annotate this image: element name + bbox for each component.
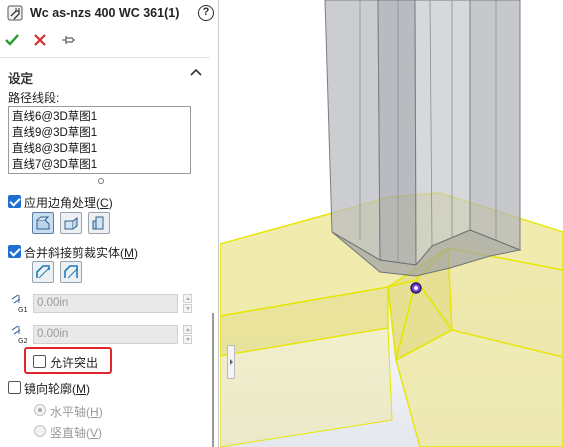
- svg-text:G1: G1: [18, 306, 28, 313]
- chevron-up-icon[interactable]: [189, 66, 203, 78]
- gap1-spinner[interactable]: [183, 294, 192, 314]
- merge-miter-checkbox[interactable]: [8, 245, 21, 258]
- selected-vertex-marker[interactable]: [410, 282, 422, 294]
- resize-grip-icon[interactable]: [98, 178, 104, 184]
- panel-splitter-handle[interactable]: [227, 345, 235, 379]
- merge-miter-label[interactable]: 合并斜接剪裁实体(M): [24, 244, 138, 261]
- vertical-column[interactable]: [324, 0, 522, 277]
- allow-protrusion-label[interactable]: 允许突出: [50, 354, 98, 371]
- end-butt2-icon: [92, 216, 104, 230]
- gap-g2-icon: G2: [10, 324, 28, 345]
- corner-treatment-label[interactable]: 应用边角处理(C): [24, 194, 113, 211]
- coped-cut-button[interactable]: [60, 261, 82, 283]
- end-miter-icon: [36, 216, 50, 230]
- corner-treatment-checkbox[interactable]: [8, 195, 21, 208]
- settings-section-title: 设定: [8, 72, 34, 86]
- cancel-button[interactable]: [32, 32, 48, 48]
- svg-text:G2: G2: [18, 337, 28, 344]
- graphics-viewport[interactable]: [220, 0, 563, 447]
- horizontal-axis-radio[interactable]: [34, 404, 46, 416]
- model-view: [220, 0, 563, 447]
- feature-title: Wc as-nzs 400 WC 361(1): [30, 6, 180, 20]
- end-butt1-button[interactable]: [60, 212, 82, 234]
- end-miter-button[interactable]: [32, 212, 54, 234]
- list-item[interactable]: 直线6@3D草图1: [12, 109, 190, 125]
- vertical-axis-radio[interactable]: [34, 425, 46, 437]
- allow-protrusion-checkbox[interactable]: [33, 355, 46, 368]
- end-butt1-icon: [64, 217, 78, 230]
- horizontal-axis-label[interactable]: 水平轴(H): [50, 403, 103, 420]
- path-segments-list[interactable]: 直线6@3D草图1 直线9@3D草图1 直线8@3D草图1 直线7@3D草图1: [8, 106, 191, 174]
- list-item[interactable]: 直线9@3D草图1: [12, 125, 190, 141]
- pin-button[interactable]: [60, 32, 76, 48]
- simple-cut-icon: [36, 265, 50, 279]
- gap2-spinner[interactable]: [183, 325, 192, 345]
- gap2-input[interactable]: 0.00in: [33, 325, 178, 344]
- close-icon: [34, 34, 46, 46]
- structure-member-icon: [7, 5, 23, 21]
- vertical-member-front[interactable]: [387, 246, 563, 447]
- list-item[interactable]: 直线7@3D草图1: [12, 157, 190, 173]
- list-item[interactable]: 直线8@3D草图1: [12, 141, 190, 157]
- mirror-profile-checkbox[interactable]: [8, 381, 21, 394]
- path-segments-label: 路径线段:: [8, 91, 60, 105]
- property-manager-panel: Wc as-nzs 400 WC 361(1) ? 设定 路径线段: 直线6@3…: [0, 0, 219, 447]
- gap1-input[interactable]: 0.00in: [33, 294, 178, 313]
- vertical-axis-label[interactable]: 竖直轴(V): [50, 424, 102, 441]
- help-icon[interactable]: ?: [198, 5, 214, 21]
- divider: [0, 57, 210, 58]
- simple-cut-button[interactable]: [32, 261, 54, 283]
- mirror-profile-label[interactable]: 镜向轮廓(M): [24, 380, 90, 397]
- gap-g1-icon: G1: [10, 293, 28, 314]
- ok-button[interactable]: [4, 32, 20, 48]
- end-butt2-button[interactable]: [88, 212, 110, 234]
- checkmark-icon: [5, 34, 19, 46]
- panel-scrollbar[interactable]: [212, 313, 214, 447]
- coped-cut-icon: [64, 265, 78, 279]
- pushpin-icon: [62, 36, 75, 44]
